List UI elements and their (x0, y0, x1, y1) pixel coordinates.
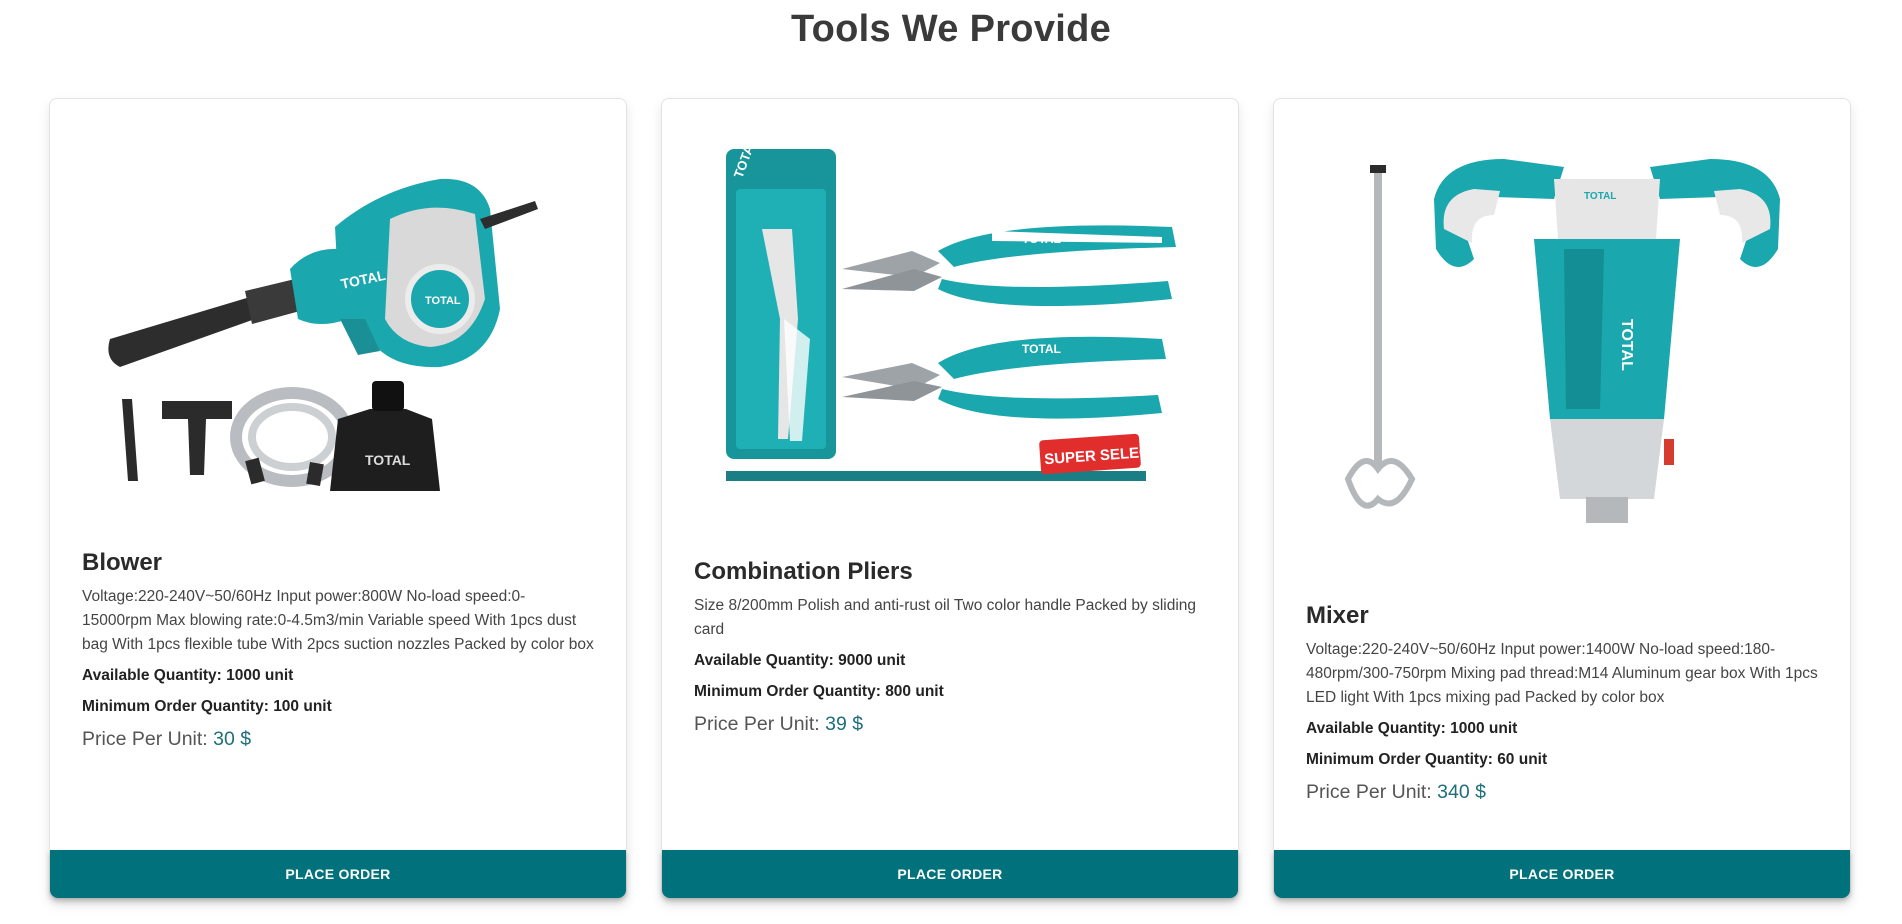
minimum-order-quantity: Minimum Order Quantity: 60 unit (1306, 751, 1548, 768)
minimum-order-quantity: Minimum Order Quantity: 800 unit (694, 683, 944, 700)
price-per-unit: Price Per Unit: 39 $ (694, 713, 864, 735)
product-name: Mixer (1306, 602, 1369, 629)
product-description: Voltage:220-240V~50/60Hz Input power:800… (82, 588, 594, 653)
blower-icon: TOTAL TOTAL TOTAL (108, 178, 538, 491)
available-quantity: Available Quantity: 1000 unit (82, 667, 294, 684)
product-card-blower: TOTAL TOTAL TOTAL Blower Voltage:220-240… (49, 98, 627, 899)
mixer-icon: TOTAL TOTAL (1344, 159, 1780, 523)
available-quantity: Available Quantity: 1000 unit (1306, 720, 1518, 737)
section-title: Tools We Provide (790, 8, 1112, 50)
place-order-button[interactable]: PLACE ORDER (1274, 850, 1850, 898)
product-name: Blower (82, 549, 163, 576)
place-order-button[interactable]: PLACE ORDER (50, 850, 626, 898)
product-card-pliers: TOTAL TOTAL TOTAL SUPER SELECT Combinati… (661, 98, 1239, 899)
svg-text:TOTAL: TOTAL (1584, 191, 1616, 202)
product-description: Voltage:220-240V~50/60Hz Input power:140… (1306, 641, 1818, 706)
svg-text:TOTAL: TOTAL (425, 295, 461, 307)
product-image-pliers: TOTAL TOTAL TOTAL SUPER SELECT (692, 119, 1210, 579)
svg-text:TOTAL: TOTAL (365, 452, 411, 468)
product-image-mixer: TOTAL TOTAL (1304, 119, 1822, 579)
svg-text:TOTAL: TOTAL (1022, 232, 1061, 246)
product-name: Combination Pliers (694, 558, 913, 585)
available-quantity: Available Quantity: 9000 unit (694, 652, 906, 669)
pliers-icon: TOTAL TOTAL TOTAL SUPER SELECT (726, 135, 1176, 481)
svg-text:TOTAL: TOTAL (1618, 319, 1635, 371)
price-per-unit: Price Per Unit: 30 $ (82, 728, 252, 750)
product-image-blower: TOTAL TOTAL TOTAL (80, 119, 598, 579)
product-card-mixer: TOTAL TOTAL Mixer Voltage:220-240V~50/60… (1273, 98, 1851, 899)
place-order-button[interactable]: PLACE ORDER (662, 850, 1238, 898)
svg-text:TOTAL: TOTAL (1022, 342, 1061, 356)
product-description: Size 8/200mm Polish and anti-rust oil Tw… (694, 597, 1197, 638)
price-per-unit: Price Per Unit: 340 $ (1306, 781, 1486, 803)
minimum-order-quantity: Minimum Order Quantity: 100 unit (82, 698, 332, 715)
tools-page: Tools We Provide TOTAL TOTAL TOTAL Blowe… (0, 0, 1902, 924)
